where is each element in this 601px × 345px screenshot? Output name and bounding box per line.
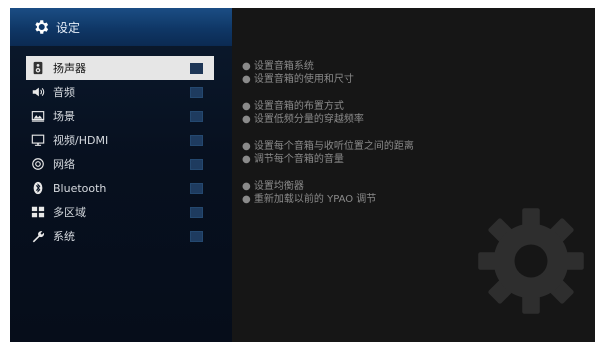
page-title: 设定 — [56, 20, 81, 35]
menu-item-multi-zone[interactable]: 多区域 — [26, 200, 214, 224]
menu-item-audio[interactable]: 音频 — [26, 80, 214, 104]
settings-screen: 设定 扬声器 音频 场景 视频/HDMI 网络 Bluetooth 多区域 系统… — [10, 8, 595, 342]
folder-badge-icon — [190, 159, 203, 170]
menu-item-label: 扬声器 — [53, 62, 86, 75]
help-panel: ● 设置音箱系统 ● 设置音箱的使用和尺寸 ● 设置音箱的布置方式 ● 设置低频… — [242, 60, 582, 220]
menu-item-label: Bluetooth — [53, 181, 107, 195]
settings-menu: 扬声器 音频 场景 视频/HDMI 网络 Bluetooth 多区域 系统 — [26, 56, 214, 248]
help-group: ● 设置音箱系统 ● 设置音箱的使用和尺寸 — [242, 60, 582, 86]
settings-header: 设定 — [10, 8, 232, 46]
folder-badge-icon — [190, 183, 203, 194]
wrench-icon — [30, 228, 46, 244]
help-line: ● 设置音箱的布置方式 — [242, 101, 344, 112]
menu-item-network[interactable]: 网络 — [26, 152, 214, 176]
menu-item-speaker[interactable]: 扬声器 — [26, 56, 214, 80]
bluetooth-icon — [30, 180, 46, 196]
folder-badge-icon — [190, 207, 203, 218]
speaker-icon — [30, 60, 46, 76]
help-line: ● 设置低频分量的穿越频率 — [242, 114, 364, 125]
video-hdmi-icon — [30, 132, 46, 148]
menu-item-label: 多区域 — [53, 206, 86, 219]
folder-badge-icon — [190, 135, 203, 146]
menu-item-label: 音频 — [53, 86, 75, 99]
help-line: ● 重新加载以前的 YPAO 调节 — [242, 194, 377, 205]
help-group: ● 设置均衡器 ● 重新加载以前的 YPAO 调节 — [242, 180, 582, 206]
folder-badge-icon — [190, 231, 203, 242]
menu-item-bluetooth[interactable]: Bluetooth — [26, 176, 214, 200]
settings-sidebar: 设定 扬声器 音频 场景 视频/HDMI 网络 Bluetooth 多区域 系统 — [10, 8, 232, 342]
help-line: ● 调节每个音箱的音量 — [242, 154, 344, 165]
background-gear-icon — [478, 208, 584, 314]
menu-item-label: 视频/HDMI — [53, 134, 109, 147]
gear-icon — [32, 18, 50, 36]
network-icon — [30, 156, 46, 172]
menu-item-label: 系统 — [53, 230, 75, 243]
scene-icon — [30, 108, 46, 124]
multi-zone-icon — [30, 204, 46, 220]
menu-item-label: 网络 — [53, 158, 75, 171]
audio-icon — [30, 84, 46, 100]
folder-badge-icon — [190, 63, 203, 74]
help-line: ● 设置均衡器 — [242, 181, 304, 192]
menu-item-label: 场景 — [53, 110, 75, 123]
help-group: ● 设置每个音箱与收听位置之间的距离 ● 调节每个音箱的音量 — [242, 140, 582, 166]
help-group: ● 设置音箱的布置方式 ● 设置低频分量的穿越频率 — [242, 100, 582, 126]
folder-badge-icon — [190, 87, 203, 98]
menu-item-video-hdmi[interactable]: 视频/HDMI — [26, 128, 214, 152]
help-line: ● 设置音箱的使用和尺寸 — [242, 74, 354, 85]
help-line: ● 设置每个音箱与收听位置之间的距离 — [242, 141, 414, 152]
folder-badge-icon — [190, 111, 203, 122]
menu-item-scene[interactable]: 场景 — [26, 104, 214, 128]
help-line: ● 设置音箱系统 — [242, 61, 314, 72]
menu-item-system[interactable]: 系统 — [26, 224, 214, 248]
